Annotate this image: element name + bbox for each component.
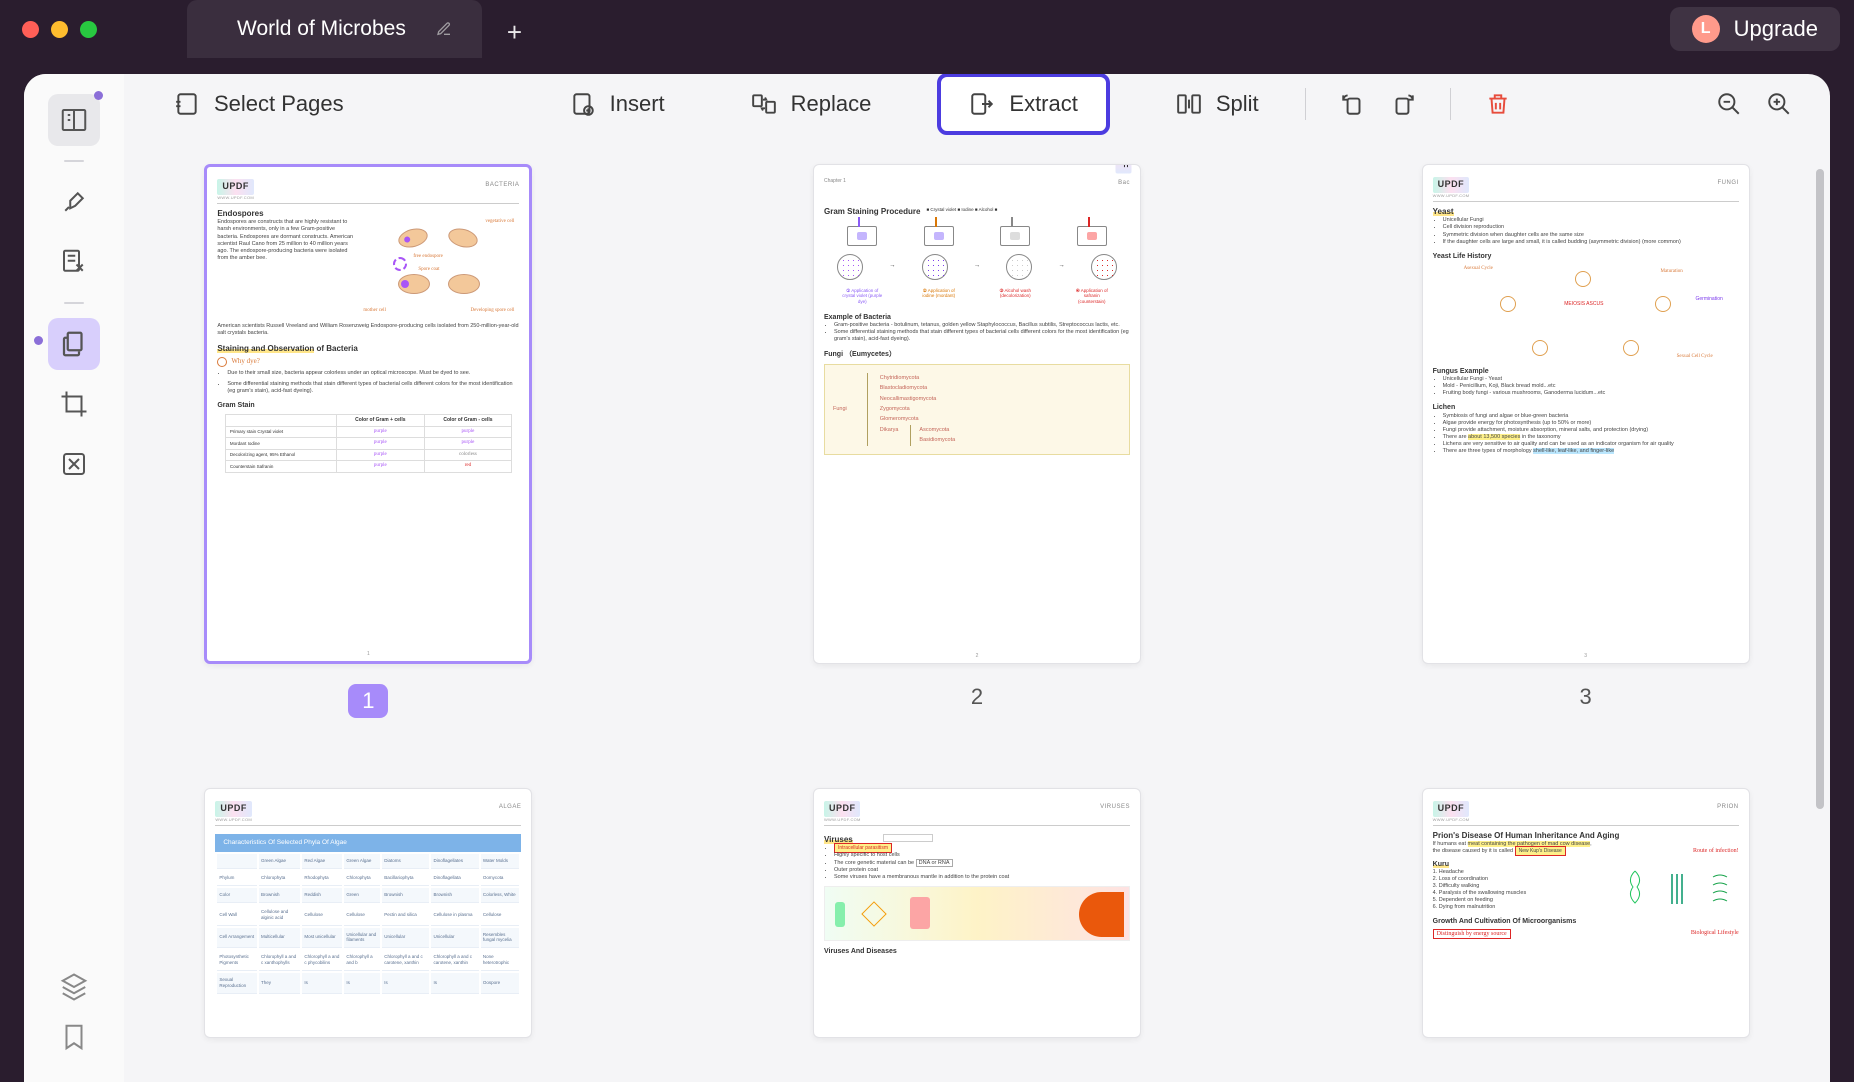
zoom-out-button[interactable] (1708, 81, 1750, 127)
main-window: Select Pages Insert Replace Extract Spli… (24, 74, 1830, 1082)
insert-button[interactable]: Insert (550, 81, 685, 127)
edit-page-icon (59, 247, 89, 277)
split-icon (1176, 91, 1202, 117)
minimize-window-button[interactable] (51, 21, 68, 38)
page-card[interactable]: UPDF BACTERIA WWW.UPDF.COM Endospores ve… (164, 164, 573, 718)
watermark-icon (59, 449, 89, 479)
organize-toolbar: Select Pages Insert Replace Extract Spli… (124, 74, 1830, 134)
page-grid[interactable]: UPDF BACTERIA WWW.UPDF.COM Endospores ve… (124, 134, 1830, 1082)
page-card[interactable]: Chapter 1 Bac UPDF Gram Staining Procedu… (773, 164, 1182, 718)
zoom-in-button[interactable] (1758, 81, 1800, 127)
page-thumbnail[interactable]: UPDFALGAE WWW.UPDF.COM Characteristics O… (204, 788, 532, 1038)
account-chip[interactable]: L Upgrade (1670, 7, 1840, 51)
new-tab-button[interactable]: + (507, 17, 531, 41)
rotate-right-button[interactable] (1382, 81, 1424, 127)
extract-icon (969, 91, 995, 117)
layers-icon[interactable] (59, 972, 89, 1002)
zoom-out-icon (1716, 91, 1742, 117)
content-area: Select Pages Insert Replace Extract Spli… (124, 74, 1830, 1082)
sidebar-watermark[interactable] (48, 438, 100, 490)
sidebar-annotate[interactable] (48, 176, 100, 228)
page-thumbnail[interactable]: UPDF BACTERIA WWW.UPDF.COM Endospores ve… (204, 164, 532, 664)
replace-button[interactable]: Replace (731, 81, 892, 127)
replace-icon (751, 91, 777, 117)
sidebar-organize-pages[interactable] (48, 318, 100, 370)
page-number: 2 (971, 684, 983, 710)
rotate-right-icon (1390, 91, 1416, 117)
titlebar: World of Microbes + L Upgrade (0, 0, 1854, 58)
zoom-in-icon (1766, 91, 1792, 117)
page-thumbnail[interactable]: UPDFPRION WWW.UPDF.COM Prion's Disease O… (1422, 788, 1750, 1038)
tab-title: World of Microbes (237, 17, 406, 41)
sidebar-edit[interactable] (48, 236, 100, 288)
rotate-left-button[interactable] (1332, 81, 1374, 127)
page-number: 3 (1580, 684, 1592, 710)
pages-icon (59, 329, 89, 359)
upgrade-label: Upgrade (1734, 16, 1818, 42)
rename-tab-icon[interactable] (436, 21, 452, 37)
insert-icon (570, 91, 596, 117)
crop-icon (59, 389, 89, 419)
page-card[interactable]: UPDFALGAE WWW.UPDF.COM Characteristics O… (164, 788, 573, 1038)
sidebar-crop[interactable] (48, 378, 100, 430)
sidebar-reader-mode[interactable] (48, 94, 100, 146)
page-card[interactable]: UPDFVIRUSES WWW.UPDF.COM Viruses Intrace… (773, 788, 1182, 1038)
document-tab[interactable]: World of Microbes (187, 0, 482, 58)
rotate-left-icon (1340, 91, 1366, 117)
page-thumbnail[interactable]: Chapter 1 Bac UPDF Gram Staining Procedu… (813, 164, 1141, 664)
trash-icon (1485, 91, 1511, 117)
page-card[interactable]: UPDFFUNGI WWW.UPDF.COM Yeast Unicellular… (1381, 164, 1790, 718)
split-button[interactable]: Split (1156, 81, 1279, 127)
book-icon (59, 105, 89, 135)
select-pages-button[interactable]: Select Pages (154, 81, 364, 127)
extract-button[interactable]: Extract (937, 74, 1109, 135)
maximize-window-button[interactable] (80, 21, 97, 38)
avatar: L (1692, 15, 1720, 43)
delete-button[interactable] (1477, 81, 1519, 127)
sidebar (24, 74, 124, 1082)
close-window-button[interactable] (22, 21, 39, 38)
page-number-badge[interactable]: 1 (348, 684, 388, 718)
page-thumbnail[interactable]: UPDFVIRUSES WWW.UPDF.COM Viruses Intrace… (813, 788, 1141, 1038)
highlighter-icon (59, 187, 89, 217)
active-indicator-dot (34, 336, 43, 345)
page-thumbnail[interactable]: UPDFFUNGI WWW.UPDF.COM Yeast Unicellular… (1422, 164, 1750, 664)
window-controls (22, 21, 97, 38)
select-pages-icon (174, 91, 200, 117)
bookmark-icon[interactable] (59, 1022, 89, 1052)
scrollbar[interactable] (1816, 169, 1824, 809)
logo-chip: UPDF (217, 179, 254, 195)
page-card[interactable]: UPDFPRION WWW.UPDF.COM Prion's Disease O… (1381, 788, 1790, 1038)
